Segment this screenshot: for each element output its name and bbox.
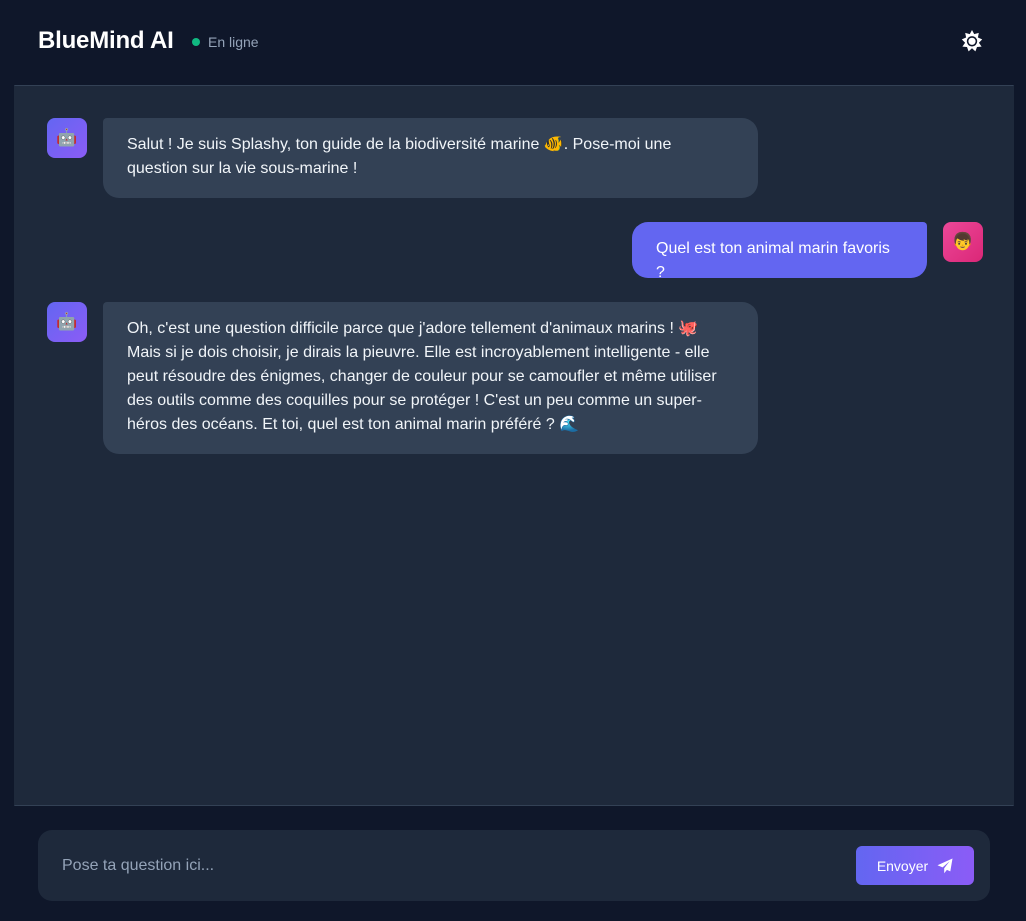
status-label: En ligne xyxy=(208,34,259,50)
theme-toggle-button[interactable] xyxy=(958,27,986,55)
bot-message-bubble: Salut ! Je suis Splashy, ton guide de la… xyxy=(103,118,758,198)
send-button-label: Envoyer xyxy=(876,857,929,874)
question-input[interactable] xyxy=(38,830,838,901)
robot-icon: 🤖 xyxy=(56,312,78,331)
status-indicator: En ligne xyxy=(192,34,259,50)
boy-face-icon: 👦 xyxy=(952,232,974,251)
robot-icon: 🤖 xyxy=(56,128,78,147)
message-composer: Envoyer xyxy=(38,830,990,901)
chat-messages-area[interactable]: 🤖 Salut ! Je suis Splashy, ton guide de … xyxy=(14,85,1014,806)
user-message-bubble: Quel est ton animal marin favoris ? xyxy=(632,222,927,281)
app-header: BlueMind AI En ligne xyxy=(0,0,1026,85)
online-status-dot xyxy=(192,38,200,46)
send-button[interactable]: Envoyer xyxy=(856,846,974,885)
message-text: Oh, c'est une question difficile parce q… xyxy=(127,320,717,433)
paper-plane-icon xyxy=(937,858,953,874)
bot-avatar: 🤖 xyxy=(47,118,87,158)
bot-avatar: 🤖 xyxy=(47,302,87,342)
user-avatar: 👦 xyxy=(943,222,983,262)
message-text: Salut ! Je suis Splashy, ton guide de la… xyxy=(127,136,672,177)
app-title: BlueMind AI xyxy=(38,27,174,54)
bot-message-bubble: Oh, c'est une question difficile parce q… xyxy=(103,302,758,454)
sun-icon xyxy=(961,30,983,52)
message-text: Quel est ton animal marin favoris ? xyxy=(656,240,890,281)
